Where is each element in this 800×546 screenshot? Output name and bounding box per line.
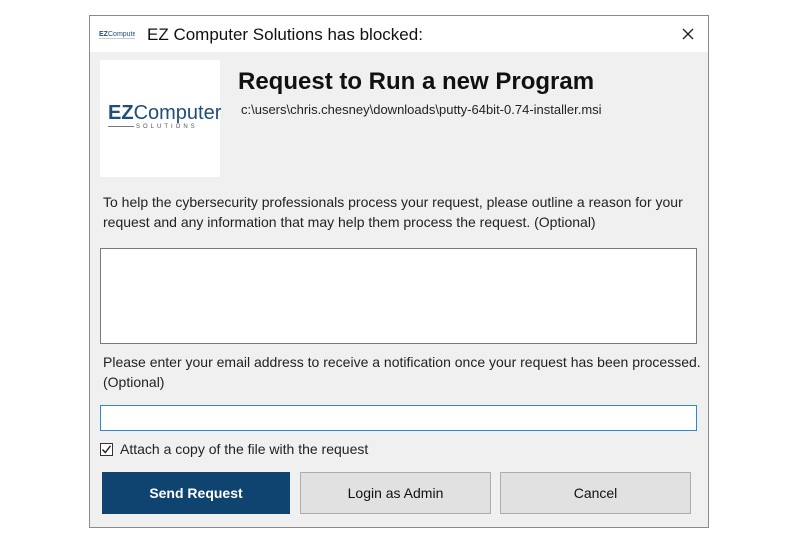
cancel-button[interactable]: Cancel xyxy=(500,472,691,514)
attach-file-label: Attach a copy of the file with the reque… xyxy=(120,441,369,457)
blocked-dialog: EZ Computer EZ Computer Solutions has bl… xyxy=(89,15,709,528)
login-as-admin-button[interactable]: Login as Admin xyxy=(300,472,491,514)
attach-file-option[interactable]: Attach a copy of the file with the reque… xyxy=(100,441,368,457)
close-icon xyxy=(682,28,694,40)
app-logo-icon: EZ Computer xyxy=(99,31,135,39)
attach-file-checkbox[interactable] xyxy=(100,442,113,456)
company-logo: EZComputer SOLUTIONS xyxy=(100,60,222,177)
blocked-file-path: c:\users\chris.chesney\downloads\putty-6… xyxy=(241,102,602,117)
checkmark-icon xyxy=(101,444,112,454)
svg-text:Computer: Computer xyxy=(108,31,135,38)
request-title: Request to Run a new Program xyxy=(238,68,595,95)
reason-textarea[interactable] xyxy=(100,248,697,344)
window-title: EZ Computer Solutions has blocked: xyxy=(147,25,423,44)
send-request-button[interactable]: Send Request xyxy=(102,472,290,514)
logo-wordmark: EZComputer xyxy=(108,102,222,124)
close-button[interactable] xyxy=(668,16,708,52)
reason-prompt: To help the cybersecurity professionals … xyxy=(103,194,683,230)
email-prompt: Please enter your email address to recei… xyxy=(103,354,701,390)
logo-subtitle: SOLUTIONS xyxy=(108,124,198,130)
email-input[interactable] xyxy=(100,405,697,431)
title-bar: EZ Computer EZ Computer Solutions has bl… xyxy=(90,16,708,52)
